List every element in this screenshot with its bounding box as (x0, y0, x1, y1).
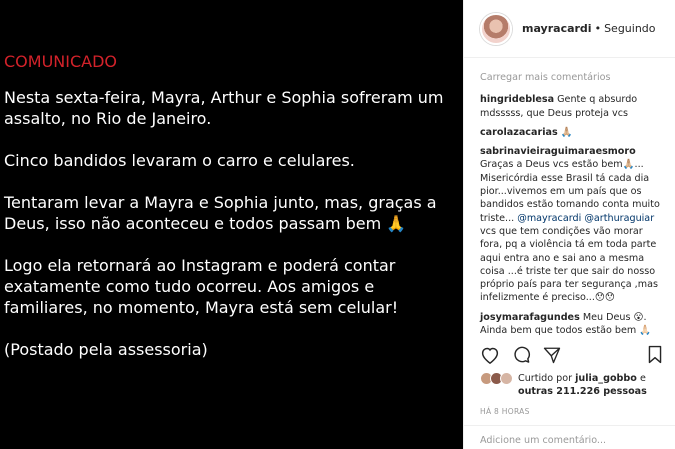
comment-item: sabrinavieiraguimaraesmoro Graças a Deus… (480, 145, 663, 305)
post-paragraph-2: Cinco bandidos levaram o carro e celular… (4, 151, 355, 170)
post-heading: COMUNICADO (4, 52, 117, 71)
likes-text: Curtido por julia_gobbo e outras 211.226… (518, 372, 647, 398)
liker-avatar[interactable] (500, 372, 513, 385)
comment-author[interactable]: hingrideblesa (480, 94, 554, 105)
likes-middle: e (636, 373, 646, 384)
add-comment-input[interactable]: Adicione um comentário... (464, 425, 675, 449)
separator-dot: • (594, 22, 602, 35)
post-paragraph-1: Nesta sexta-feira, Mayra, Arthur e Sophi… (4, 88, 444, 128)
load-more-comments[interactable]: Carregar mais comentários (480, 71, 663, 84)
avatar[interactable] (480, 12, 512, 45)
liked-by-user[interactable]: julia_gobbo (575, 373, 637, 384)
comment-icon[interactable] (512, 345, 531, 368)
comment-item: carolazacarias 🙏🏼 (480, 126, 663, 139)
mention-link[interactable]: @arthuraguiar (584, 213, 654, 224)
post-paragraph-3: Tentaram levar a Mayra e Sophia junto, m… (4, 193, 437, 233)
post-header: mayracardi • Seguindo (464, 0, 675, 58)
post-paragraph-5: (Postado pela assessoria) (4, 340, 208, 359)
post-media: COMUNICADO Nesta sexta-feira, Mayra, Art… (0, 0, 463, 449)
likes-summary: Curtido por julia_gobbo e outras 211.226… (480, 372, 647, 398)
liker-avatars (480, 372, 513, 385)
post-timestamp[interactable]: HÁ 8 HORAS (480, 407, 530, 416)
comment-author[interactable]: carolazacarias (480, 127, 558, 138)
comment-author[interactable]: sabrinavieiraguimaraesmoro (480, 146, 636, 157)
post-side-panel: mayracardi • Seguindo Carregar mais come… (463, 0, 675, 449)
comment-item: hingrideblesa Gente q absurdo mdsssss, q… (480, 93, 663, 120)
action-bar (480, 345, 573, 368)
following-button[interactable]: Seguindo (604, 22, 655, 35)
post-paragraph-4: Logo ela retornará ao Instagram e poderá… (4, 256, 399, 317)
heart-icon[interactable] (480, 346, 500, 368)
author-username[interactable]: mayracardi (522, 22, 592, 35)
likes-prefix: Curtido por (518, 373, 576, 384)
comment-author[interactable]: josymarafagundes (480, 312, 580, 323)
comment-item: josymarafagundes Meu Deus 😮. Ainda bem q… (480, 311, 663, 338)
share-icon[interactable] (543, 346, 561, 368)
likes-count[interactable]: outras 211.226 pessoas (518, 386, 647, 397)
comment-text: 🙏🏼 (557, 126, 573, 138)
comments-list: Carregar mais comentários hingrideblesa … (464, 58, 675, 337)
bookmark-icon[interactable] (647, 345, 663, 368)
comment-text-continued: vcs que tem condições vão morar fora, pq… (480, 225, 658, 304)
mention-link[interactable]: @mayracardi (517, 213, 581, 224)
